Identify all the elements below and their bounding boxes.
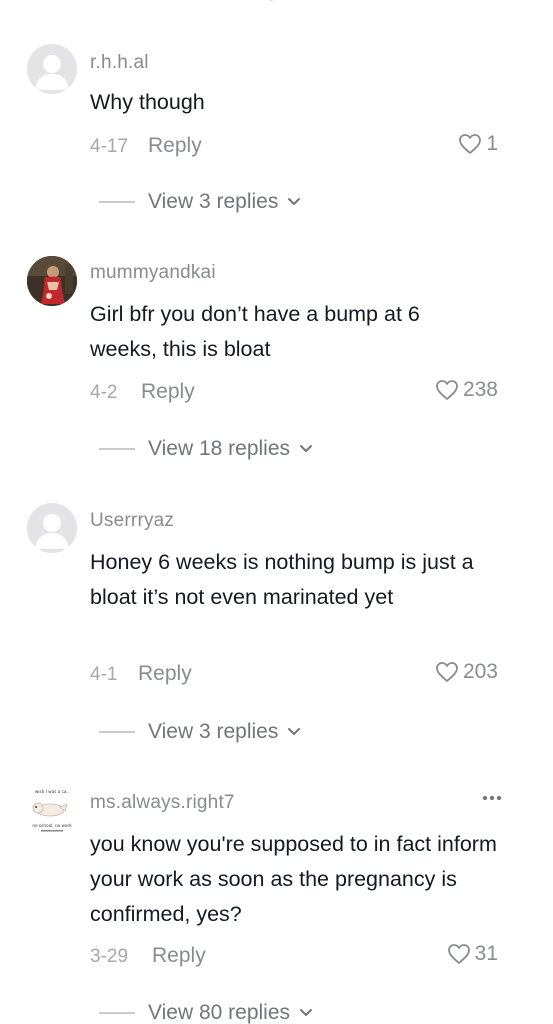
view-replies-label: View 18 replies — [148, 437, 291, 460]
comment-meta: 4-17 Reply 1 — [90, 132, 510, 162]
chevron-down-icon — [288, 198, 301, 205]
comment-meta: 4-2 Reply 238 — [90, 378, 510, 408]
chevron-down-icon — [300, 1009, 313, 1016]
scroll-indicator — [218, 0, 278, 4]
comment-text: Why though — [90, 90, 205, 114]
sticker-avatar[interactable]: wish I was a ca.. no school, no work — [27, 786, 77, 836]
heart-icon — [447, 944, 470, 964]
comment-meta: 4-1 Reply 203 — [90, 660, 510, 690]
like-button[interactable]: 1 — [458, 132, 498, 156]
like-count: 238 — [462, 378, 498, 401]
reply-button[interactable]: Reply — [138, 662, 192, 686]
like-count: 1 — [486, 132, 498, 155]
heart-icon — [459, 134, 482, 154]
view-replies-button[interactable]: View 18 replies — [99, 434, 399, 464]
comment-text: Girl bfr you don’t have a bump at 6 week… — [90, 302, 420, 361]
reply-button[interactable]: Reply — [152, 944, 206, 968]
view-replies-label: View 3 replies — [148, 720, 279, 743]
reply-button[interactable]: Reply — [141, 380, 195, 404]
like-count: 203 — [462, 660, 498, 683]
comment-username[interactable]: ms.always.right7 — [90, 792, 235, 814]
view-replies-button[interactable]: View 80 replies — [99, 998, 399, 1024]
like-button[interactable]: 203 — [435, 660, 498, 684]
like-button[interactable]: 238 — [435, 378, 498, 402]
chevron-down-icon — [300, 445, 313, 452]
divider-line — [99, 1012, 135, 1014]
comment-date: 4-1 — [90, 664, 118, 685]
view-replies-button[interactable]: View 3 replies — [99, 717, 399, 747]
sticker-caption-bottom: no school, no work — [32, 823, 72, 828]
divider-line — [99, 731, 135, 733]
heart-icon — [436, 662, 458, 682]
like-button[interactable]: 31 — [447, 942, 498, 966]
view-replies-button[interactable]: View 3 replies — [99, 187, 399, 217]
comment-username[interactable]: r.h.h.al — [90, 52, 149, 74]
reply-button[interactable]: Reply — [148, 134, 202, 158]
default-avatar-icon[interactable] — [27, 503, 77, 553]
view-replies-label: View 80 replies — [148, 1001, 291, 1024]
view-replies-label: View 3 replies — [148, 190, 279, 213]
comment-date: 3-29 — [90, 946, 129, 967]
more-options-icon[interactable] — [483, 796, 501, 800]
comment-text: you know you're supposed to in fact info… — [90, 832, 497, 926]
comment-date: 4-2 — [90, 382, 118, 403]
comment-username[interactable]: mummyandkai — [90, 262, 216, 284]
comment-username[interactable]: Userrryaz — [90, 510, 174, 532]
comments-panel: r.h.h.al Why though 4-17 Reply 1 View 3 … — [0, 0, 553, 1024]
comment-meta: 3-29 Reply 31 — [90, 942, 510, 972]
comment-text: Honey 6 weeks is nothing bump is just a … — [90, 550, 474, 609]
sticker-caption-top: wish I was a ca.. — [35, 789, 69, 794]
heart-icon — [436, 380, 458, 400]
user-photo-avatar[interactable] — [27, 256, 77, 306]
divider-line — [99, 201, 135, 203]
like-count: 31 — [474, 942, 498, 965]
comment-date: 4-17 — [90, 136, 129, 157]
divider-line — [99, 448, 135, 450]
default-avatar-icon[interactable] — [27, 44, 77, 94]
chevron-down-icon — [288, 728, 301, 735]
